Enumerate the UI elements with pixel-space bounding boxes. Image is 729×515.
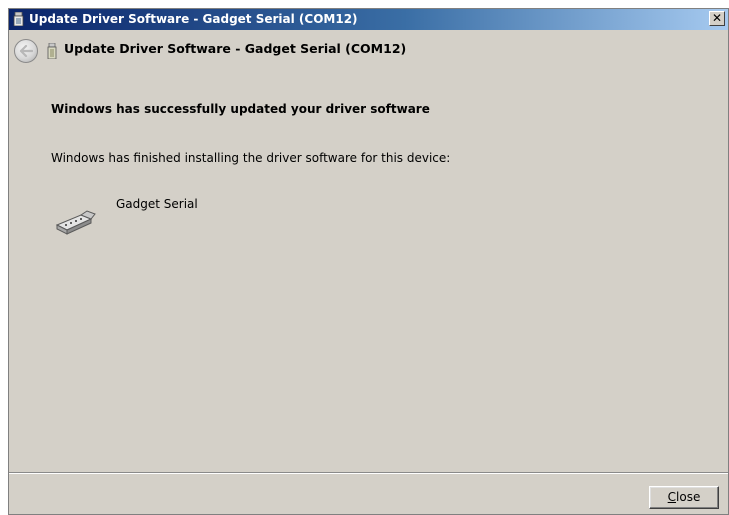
serial-port-icon [55, 210, 96, 235]
close-label-rest: lose [676, 490, 701, 504]
close-icon: ✕ [711, 11, 723, 25]
close-button[interactable]: Close [649, 486, 719, 509]
button-bar: Close [9, 473, 728, 514]
back-arrow-icon [19, 45, 33, 57]
device-name: Gadget Serial [116, 197, 198, 211]
wizard-title: Update Driver Software - Gadget Serial (… [64, 41, 407, 56]
window-close-button[interactable]: ✕ [709, 11, 725, 26]
close-mnemonic: C [667, 490, 677, 504]
update-driver-dialog: Update Driver Software - Gadget Serial (… [8, 8, 729, 515]
usb-device-icon [47, 43, 57, 59]
title-bar[interactable]: Update Driver Software - Gadget Serial (… [9, 9, 728, 30]
success-description: Windows has finished installing the driv… [51, 151, 451, 165]
content-panel: Windows has successfully updated your dr… [9, 73, 728, 473]
wizard-header: Update Driver Software - Gadget Serial (… [9, 30, 728, 73]
back-button[interactable] [14, 39, 38, 63]
usb-device-icon [13, 12, 24, 26]
window-title: Update Driver Software - Gadget Serial (… [29, 12, 358, 26]
success-heading: Windows has successfully updated your dr… [51, 102, 430, 116]
